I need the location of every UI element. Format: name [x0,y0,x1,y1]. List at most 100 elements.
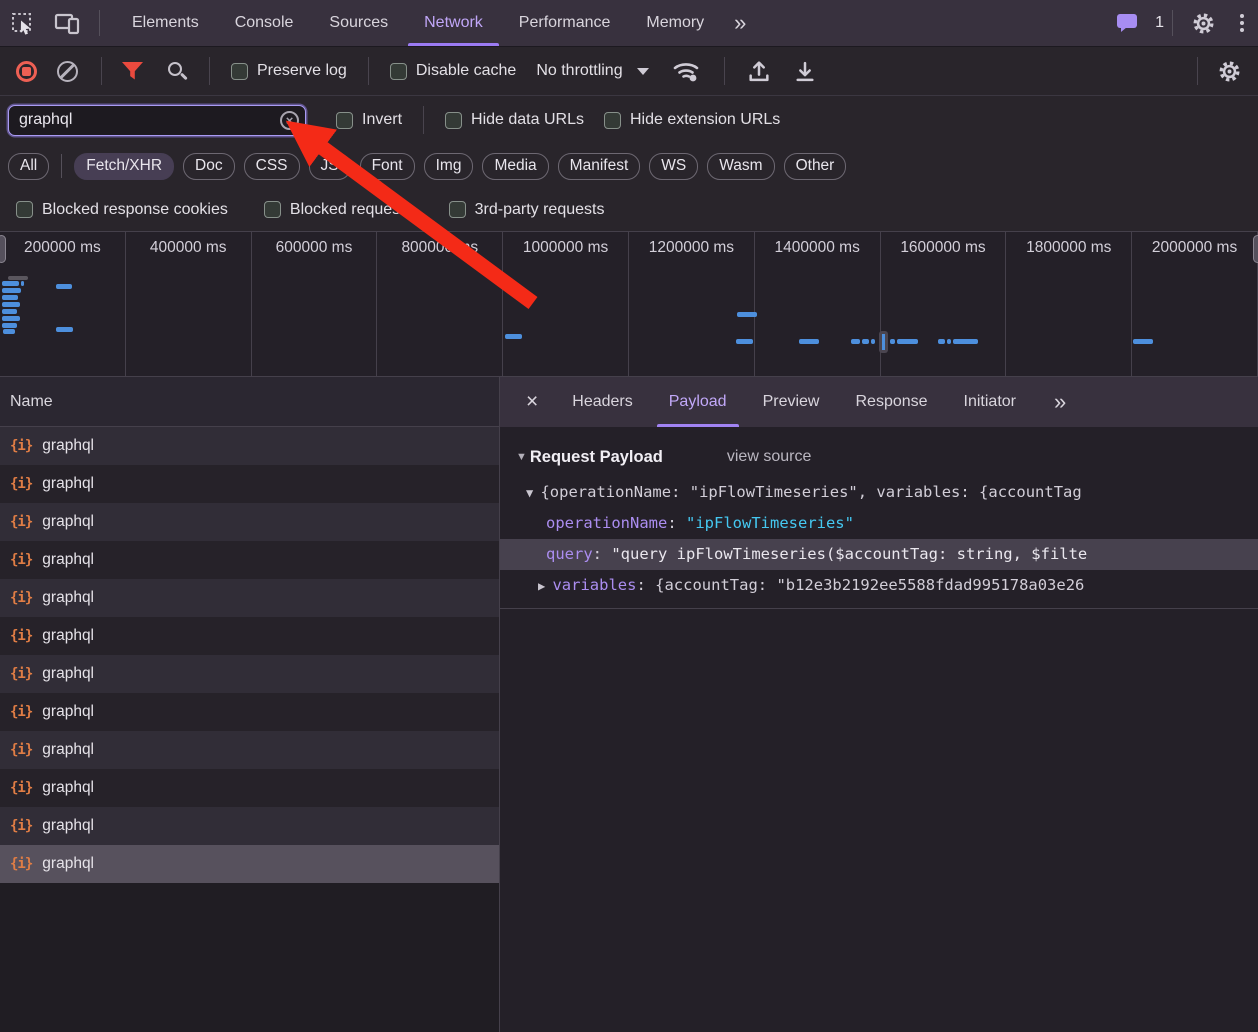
request-row[interactable]: {i}graphql [0,579,499,617]
3rd-party-requests-checkbox[interactable]: 3rd-party requests [449,201,605,219]
json-request-icon: {i} [10,666,32,682]
detail-tab-initiator[interactable]: Initiator [946,377,1034,427]
request-row[interactable]: {i}graphql [0,731,499,769]
type-filter-img[interactable]: Img [424,153,474,180]
type-filter-ws[interactable]: WS [649,153,698,180]
payload-entry[interactable]: operationName: "ipFlowTimeseries" [500,508,1258,539]
request-name: graphql [42,741,94,759]
payload-preview-line[interactable]: ▼ {operationName: "ipFlowTimeseries", va… [500,477,1258,508]
type-filter-fetch-xhr[interactable]: Fetch/XHR [74,153,174,180]
json-request-icon: {i} [10,590,32,606]
divider [1172,10,1173,36]
tab-memory[interactable]: Memory [628,0,722,46]
device-toolbar-icon[interactable] [44,12,91,35]
preserve-log-label: Preserve log [257,62,347,80]
settings-gear-icon[interactable] [1181,11,1226,36]
invert-checkbox[interactable]: Invert [336,111,402,129]
console-messages-icon[interactable] [1106,13,1149,34]
throttling-dropdown[interactable]: No throttling [536,62,648,80]
hide-data-urls-checkbox[interactable]: Hide data URLs [445,111,584,129]
checkbox[interactable] [336,112,353,129]
type-filter-doc[interactable]: Doc [183,153,235,180]
overview-request-bar [736,339,753,344]
network-overview[interactable]: 200000 ms400000 ms600000 ms800000 ms1000… [0,231,1258,377]
checkbox[interactable] [604,112,621,129]
blocked-response-cookies-checkbox[interactable]: Blocked response cookies [16,201,228,219]
view-source-link[interactable]: view source [727,448,811,466]
preserve-log-checkbox[interactable]: Preserve log [231,62,347,80]
type-filter-media[interactable]: Media [482,153,548,180]
request-name: graphql [42,551,94,569]
detail-tab-headers[interactable]: Headers [554,377,650,427]
request-row[interactable]: {i}graphql [0,427,499,465]
overview-request-bar [947,339,951,344]
request-row[interactable]: {i}graphql [0,617,499,655]
divider [61,154,62,178]
type-filter-manifest[interactable]: Manifest [558,153,641,180]
search-icon[interactable] [168,62,182,76]
type-filter-other[interactable]: Other [784,153,847,180]
tab-performance[interactable]: Performance [501,0,629,46]
type-filter-all[interactable]: All [8,153,49,180]
export-har-icon[interactable] [792,59,818,84]
json-request-icon: {i} [10,704,32,720]
overview-right-handle[interactable] [1253,235,1258,263]
request-row[interactable]: {i}graphql [0,845,499,883]
import-har-icon[interactable] [746,59,772,84]
record-button[interactable] [16,61,37,82]
filter-toggle-icon[interactable] [121,61,144,81]
request-row[interactable]: {i}graphql [0,503,499,541]
detail-tab-response[interactable]: Response [837,377,945,427]
clear-filter-icon[interactable]: × [280,111,299,130]
checkbox[interactable] [445,112,462,129]
request-row[interactable]: {i} graphql [0,655,499,693]
detail-tab-preview[interactable]: Preview [745,377,838,427]
request-row[interactable]: {i}graphql [0,769,499,807]
detail-tab-payload[interactable]: Payload [651,377,745,427]
devtools-window: ElementsConsoleSourcesNetworkPerformance… [0,0,1258,1032]
kebab-menu-icon[interactable] [1226,14,1258,32]
network-conditions-icon[interactable] [671,58,701,84]
checkbox[interactable] [16,201,33,218]
expand-triangle-icon[interactable]: ▶ [538,579,552,593]
checkbox[interactable] [449,201,466,218]
collapse-triangle-icon[interactable]: ▼ [516,451,527,463]
request-row[interactable]: {i}graphql [0,465,499,503]
request-row[interactable]: {i}graphql [0,541,499,579]
network-settings-gear-icon[interactable] [1217,59,1242,84]
overview-request-bar [871,339,875,344]
blocked-requests-checkbox[interactable]: Blocked requests [264,201,413,219]
detail-more-tabs-icon[interactable]: » [1042,389,1076,415]
filter-input[interactable] [8,105,306,136]
tab-elements[interactable]: Elements [114,0,217,46]
close-detail-icon[interactable]: × [510,390,554,414]
request-row[interactable]: {i}graphql [0,693,499,731]
checkbox[interactable] [264,201,281,218]
name-column-header[interactable]: Name [0,377,499,427]
inspect-element-icon[interactable] [0,11,44,35]
tab-console[interactable]: Console [217,0,312,46]
tab-sources[interactable]: Sources [311,0,406,46]
request-name: graphql [42,475,94,493]
disable-cache-label: Disable cache [416,62,517,80]
type-filter-css[interactable]: CSS [244,153,300,180]
request-name: graphql [42,665,94,683]
payload-entry[interactable]: query: "query ipFlowTimeseries($accountT… [500,539,1258,570]
type-filter-wasm[interactable]: Wasm [707,153,774,180]
type-filter-js[interactable]: JS [309,153,351,180]
request-row[interactable]: {i}graphql [0,807,499,845]
more-tabs-icon[interactable]: » [722,10,756,36]
checkbox[interactable] [390,63,407,80]
type-filter-font[interactable]: Font [360,153,415,180]
hide-extension-urls-checkbox[interactable]: Hide extension URLs [604,111,780,129]
payload-entry[interactable]: ▶ variables: {accountTag: "b12e3b2192ee5… [500,570,1258,601]
tab-network[interactable]: Network [406,0,501,46]
clear-button[interactable] [57,61,78,82]
overview-left-handle[interactable] [0,235,6,263]
request-payload-section[interactable]: ▼ Request Payload view source [500,437,1258,477]
overview-request-bar [2,323,17,328]
divider [368,57,369,85]
checkbox[interactable] [231,63,248,80]
disable-cache-checkbox[interactable]: Disable cache [390,62,517,80]
collapse-triangle-icon[interactable]: ▼ [526,486,540,500]
